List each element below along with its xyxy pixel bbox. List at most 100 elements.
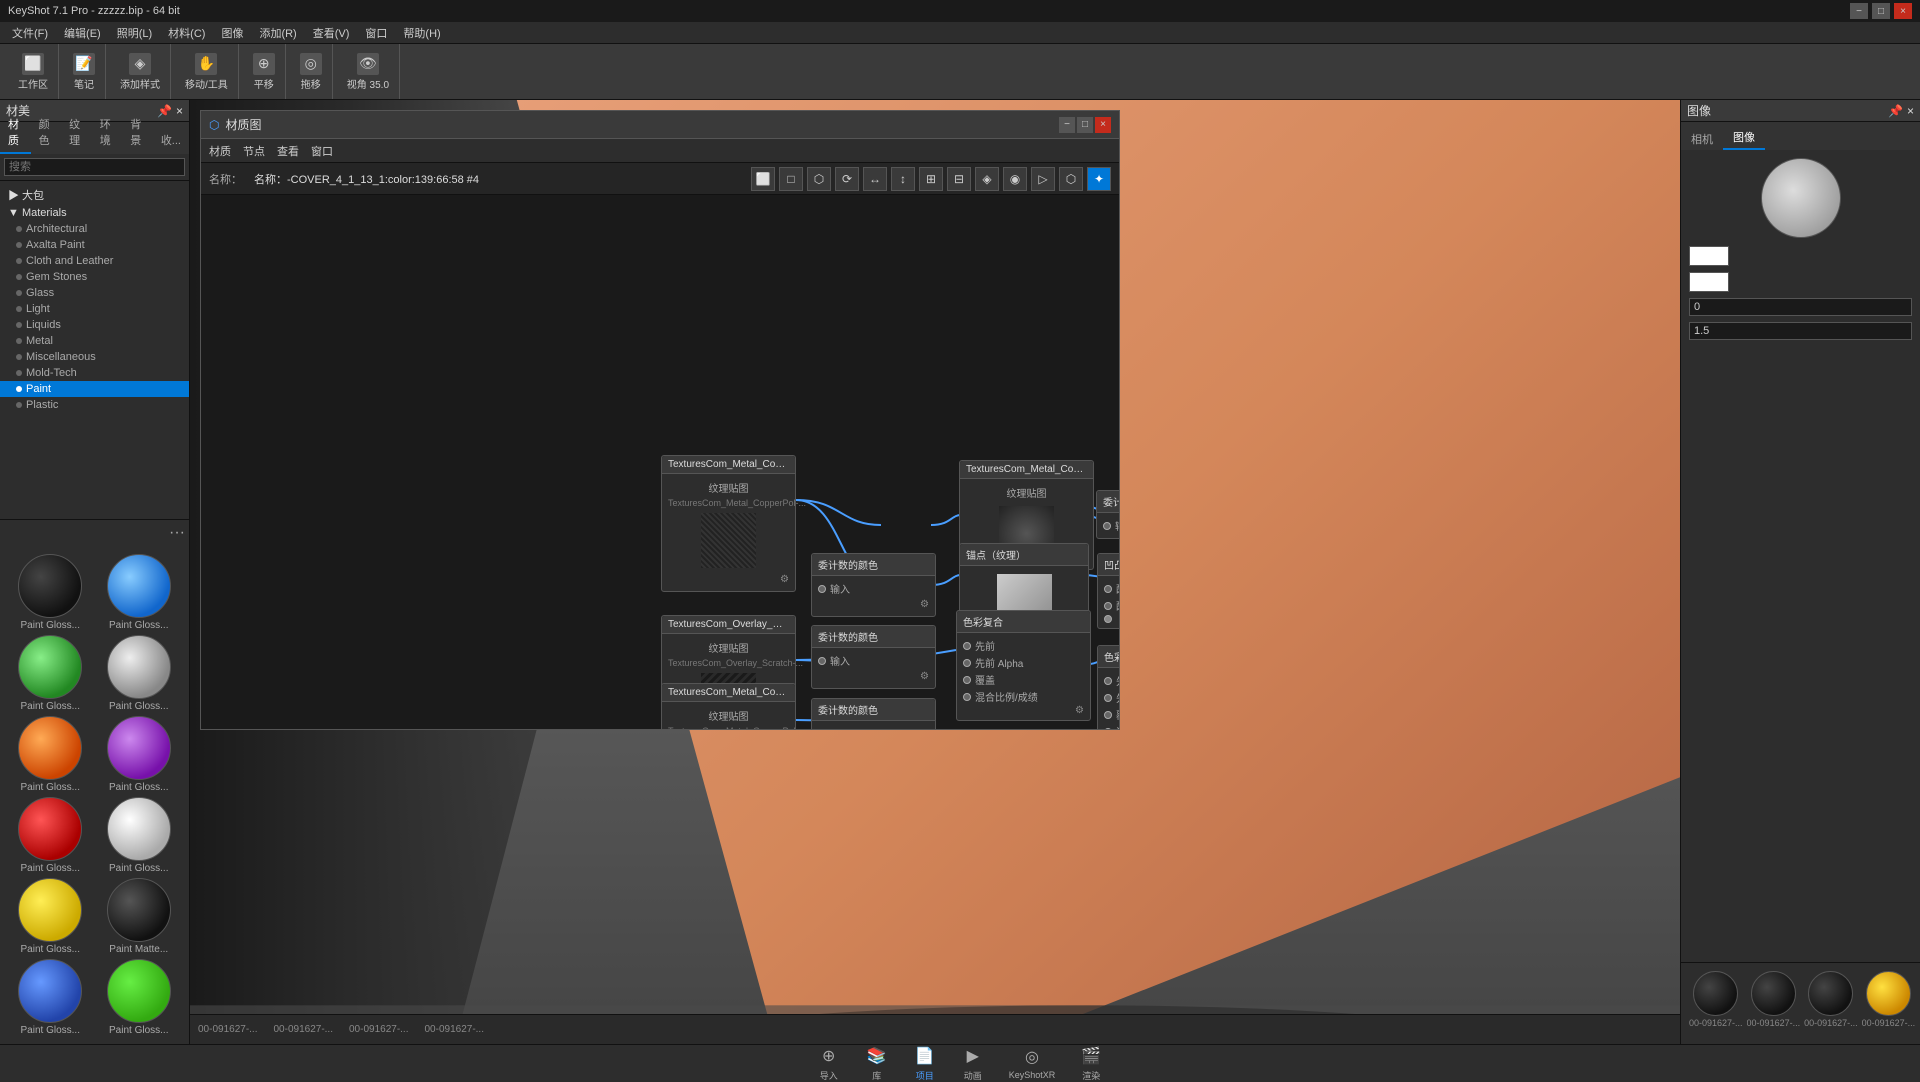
port-composite2-3[interactable] [1104,711,1112,719]
tab-material[interactable]: 材质 [0,112,31,154]
menu-edit[interactable]: 编辑(E) [56,23,109,43]
settings-icon-composite1[interactable]: ⚙ [1075,705,1084,716]
add-style-button[interactable]: ◈ 添加样式 [116,51,164,93]
workspace-button[interactable]: ⬜ 工作区 [14,51,52,93]
graph-btn-3[interactable]: ⬡ [807,167,831,191]
tree-item-gem[interactable]: Gem Stones [0,269,189,285]
view-button[interactable]: 👁 视角 35.0 [343,51,393,93]
tree-item-misc[interactable]: Miscellaneous [0,349,189,365]
port-bump-2[interactable] [1104,602,1112,610]
node-color-top[interactable]: 委计数的颜色 输入 [1096,490,1119,539]
port-in-top[interactable] [1103,522,1111,530]
settings-icon-color1[interactable]: ⚙ [920,599,929,610]
node-color1[interactable]: 委计数的颜色 输入 ⚙ [811,553,936,617]
mg-menu-material[interactable]: 材质 [209,143,231,159]
mat-item-8[interactable]: Paint Gloss... [8,878,93,955]
tree-item-liquids[interactable]: Liquids [0,317,189,333]
rp-swatch-white1[interactable] [1689,246,1729,266]
port-bump-out[interactable] [1104,615,1112,623]
port-composite1-2[interactable] [963,659,971,667]
menu-image[interactable]: 图像 [213,23,251,43]
tab-background[interactable]: 背景 [122,112,153,154]
port-composite2-1[interactable] [1104,677,1112,685]
graph-btn-12[interactable]: ⬡ [1059,167,1083,191]
swatch-item-1[interactable]: 00-091627-... [1747,971,1801,1028]
mat-item-11[interactable]: Paint Gloss... [97,959,182,1036]
tree-item-glass[interactable]: Glass [0,285,189,301]
bottom-btn-project[interactable]: 📄 项目 [913,1044,937,1082]
bottom-btn-import[interactable]: ⊕ 导入 [817,1044,841,1082]
tree-materials[interactable]: ▼ Materials [0,205,189,221]
port-in-color1[interactable] [818,585,826,593]
graph-btn-7[interactable]: ⊞ [919,167,943,191]
mat-graph-minimize[interactable]: − [1059,117,1075,133]
mg-menu-window[interactable]: 窗口 [311,143,333,159]
graph-btn-8[interactable]: ⊟ [947,167,971,191]
settings-icon-tmtop[interactable]: ⚙ [780,574,789,585]
notes-button[interactable]: 📝 笔记 [69,51,99,93]
tree-item-mold[interactable]: Mold-Tech [0,365,189,381]
pan-button[interactable]: ⊕ 平移 [249,51,279,93]
drag-button[interactable]: ◎ 拖移 [296,51,326,93]
port-composite1-4[interactable] [963,693,971,701]
mat-item-5[interactable]: Paint Gloss... [97,716,182,793]
mat-item-2[interactable]: Paint Gloss... [8,635,93,712]
lp-pin-icon[interactable]: 📌 [157,104,172,118]
mat-item-1[interactable]: Paint Gloss... [97,554,182,631]
rp-value-input[interactable] [1689,298,1912,316]
bottom-btn-library[interactable]: 📚 库 [865,1044,889,1082]
tree-item-axalta[interactable]: Axalta Paint [0,237,189,253]
tab-color[interactable]: 颜色 [31,112,62,154]
rp-pin-icon[interactable]: 📌 [1888,104,1903,118]
mat-graph-close[interactable]: × [1095,117,1111,133]
tree-item-light[interactable]: Light [0,301,189,317]
bottom-btn-render[interactable]: 🎬 渲染 [1079,1044,1103,1082]
tree-item-cloth[interactable]: Cloth and Leather [0,253,189,269]
rp-close-icon[interactable]: × [1907,104,1914,118]
mat-item-3[interactable]: Paint Gloss... [97,635,182,712]
graph-btn-5[interactable]: ↔ [863,167,887,191]
rp-multiplier-input[interactable] [1689,322,1912,340]
node-textures-metal-top[interactable]: TexturesCom_Metal_Coppe-... 纹理贴图 Texture… [661,455,796,592]
graph-btn-connect[interactable]: ✦ [1087,167,1111,191]
rp-tab-image[interactable]: 图像 [1723,126,1765,150]
lp-close-icon[interactable]: × [176,104,183,118]
rp-swatch-white2[interactable] [1689,272,1729,292]
bottom-btn-keyxr[interactable]: ◎ KeyShotXR [1009,1045,1056,1080]
close-button[interactable]: × [1894,3,1912,19]
viewport[interactable]: ⬡ 材质图 − □ × 材质 节点 查看 窗口 名称： [190,100,1680,1044]
bottom-btn-animation[interactable]: ▶ 动画 [961,1044,985,1082]
mat-item-7[interactable]: Paint Gloss... [97,797,182,874]
tab-texture[interactable]: 纹理 [61,112,92,154]
graph-btn-9[interactable]: ◈ [975,167,999,191]
node-composite2[interactable]: 色彩复合 先前 先前 Alpha [1097,645,1119,729]
rp-tab-camera[interactable]: 相机 [1681,128,1723,150]
node-textures-metal-bot[interactable]: TexturesCom_Metal_Coppe-... 纹理贴图 Texture… [661,683,796,729]
menu-window[interactable]: 窗口 [357,23,395,43]
mg-menu-view[interactable]: 查看 [277,143,299,159]
node-color2[interactable]: 委计数的颜色 输入 ⚙ [811,625,936,689]
mat-item-10[interactable]: Paint Gloss... [8,959,93,1036]
menu-help[interactable]: 帮助(H) [395,23,448,43]
tree-root[interactable]: ▶ 大包 [0,185,189,205]
port-composite2-2[interactable] [1104,694,1112,702]
menu-lighting[interactable]: 照明(L) [109,23,160,43]
graph-btn-11[interactable]: ▷ [1031,167,1055,191]
graph-btn-1[interactable]: ⬜ [751,167,775,191]
mat-item-6[interactable]: Paint Gloss... [8,797,93,874]
port-in-color2[interactable] [818,657,826,665]
graph-btn-2[interactable]: □ [779,167,803,191]
more-icon[interactable]: ··· [169,524,185,542]
mg-menu-node[interactable]: 节点 [243,143,265,159]
node-composite1[interactable]: 色彩复合 先前 先前 Alpha [956,610,1091,721]
port-composite1-3[interactable] [963,676,971,684]
tree-item-paint[interactable]: Paint [0,381,189,397]
swatch-item-0[interactable]: 00-091627-... [1689,971,1743,1028]
search-input[interactable] [4,158,185,176]
graph-btn-10[interactable]: ◉ [1003,167,1027,191]
tree-item-architectural[interactable]: Architectural [0,221,189,237]
maximize-button[interactable]: □ [1872,3,1890,19]
minimize-button[interactable]: − [1850,3,1868,19]
port-bump-1[interactable] [1104,585,1112,593]
port-composite1-1[interactable] [963,642,971,650]
